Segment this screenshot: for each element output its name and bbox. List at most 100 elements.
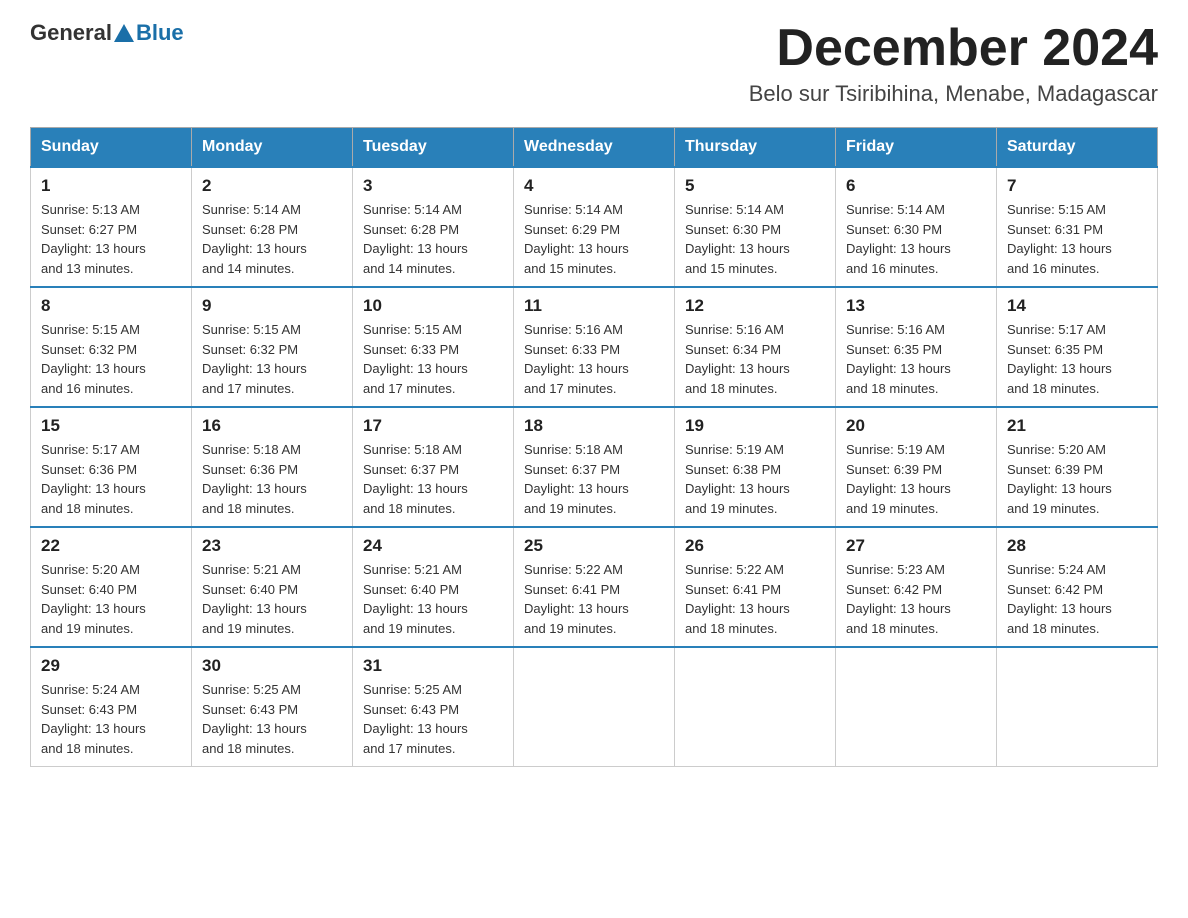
day-number: 4 xyxy=(524,176,664,196)
day-number: 12 xyxy=(685,296,825,316)
day-info: Sunrise: 5:18 AMSunset: 6:37 PMDaylight:… xyxy=(524,442,629,516)
day-info: Sunrise: 5:19 AMSunset: 6:39 PMDaylight:… xyxy=(846,442,951,516)
calendar-cell: 18 Sunrise: 5:18 AMSunset: 6:37 PMDaylig… xyxy=(514,407,675,527)
calendar-cell: 20 Sunrise: 5:19 AMSunset: 6:39 PMDaylig… xyxy=(836,407,997,527)
calendar-cell: 3 Sunrise: 5:14 AMSunset: 6:28 PMDayligh… xyxy=(353,167,514,287)
month-title: December 2024 xyxy=(749,20,1158,77)
day-info: Sunrise: 5:21 AMSunset: 6:40 PMDaylight:… xyxy=(363,562,468,636)
logo-triangle-icon xyxy=(114,24,134,42)
day-number: 8 xyxy=(41,296,181,316)
calendar-cell: 21 Sunrise: 5:20 AMSunset: 6:39 PMDaylig… xyxy=(997,407,1158,527)
calendar-cell xyxy=(836,647,997,767)
title-block: December 2024 Belo sur Tsiribihina, Mena… xyxy=(749,20,1158,107)
calendar-header-thursday: Thursday xyxy=(675,128,836,168)
day-info: Sunrise: 5:22 AMSunset: 6:41 PMDaylight:… xyxy=(685,562,790,636)
calendar-cell: 12 Sunrise: 5:16 AMSunset: 6:34 PMDaylig… xyxy=(675,287,836,407)
day-info: Sunrise: 5:14 AMSunset: 6:28 PMDaylight:… xyxy=(202,202,307,276)
day-number: 27 xyxy=(846,536,986,556)
day-number: 1 xyxy=(41,176,181,196)
logo-blue-text: Blue xyxy=(136,20,184,46)
calendar-header-row: SundayMondayTuesdayWednesdayThursdayFrid… xyxy=(31,128,1158,168)
day-number: 7 xyxy=(1007,176,1147,196)
calendar-cell: 23 Sunrise: 5:21 AMSunset: 6:40 PMDaylig… xyxy=(192,527,353,647)
calendar-header-sunday: Sunday xyxy=(31,128,192,168)
day-info: Sunrise: 5:16 AMSunset: 6:34 PMDaylight:… xyxy=(685,322,790,396)
day-info: Sunrise: 5:14 AMSunset: 6:30 PMDaylight:… xyxy=(685,202,790,276)
calendar-cell: 8 Sunrise: 5:15 AMSunset: 6:32 PMDayligh… xyxy=(31,287,192,407)
day-number: 2 xyxy=(202,176,342,196)
calendar-cell: 19 Sunrise: 5:19 AMSunset: 6:38 PMDaylig… xyxy=(675,407,836,527)
day-number: 21 xyxy=(1007,416,1147,436)
calendar-cell: 13 Sunrise: 5:16 AMSunset: 6:35 PMDaylig… xyxy=(836,287,997,407)
day-number: 6 xyxy=(846,176,986,196)
day-number: 24 xyxy=(363,536,503,556)
day-info: Sunrise: 5:15 AMSunset: 6:32 PMDaylight:… xyxy=(41,322,146,396)
day-number: 19 xyxy=(685,416,825,436)
calendar-cell: 15 Sunrise: 5:17 AMSunset: 6:36 PMDaylig… xyxy=(31,407,192,527)
day-info: Sunrise: 5:14 AMSunset: 6:29 PMDaylight:… xyxy=(524,202,629,276)
calendar-cell: 17 Sunrise: 5:18 AMSunset: 6:37 PMDaylig… xyxy=(353,407,514,527)
calendar-header-wednesday: Wednesday xyxy=(514,128,675,168)
day-info: Sunrise: 5:20 AMSunset: 6:39 PMDaylight:… xyxy=(1007,442,1112,516)
day-number: 13 xyxy=(846,296,986,316)
day-info: Sunrise: 5:15 AMSunset: 6:31 PMDaylight:… xyxy=(1007,202,1112,276)
day-info: Sunrise: 5:25 AMSunset: 6:43 PMDaylight:… xyxy=(363,682,468,756)
calendar-week-row: 22 Sunrise: 5:20 AMSunset: 6:40 PMDaylig… xyxy=(31,527,1158,647)
calendar-cell xyxy=(675,647,836,767)
day-info: Sunrise: 5:15 AMSunset: 6:33 PMDaylight:… xyxy=(363,322,468,396)
calendar-cell: 25 Sunrise: 5:22 AMSunset: 6:41 PMDaylig… xyxy=(514,527,675,647)
calendar-cell: 2 Sunrise: 5:14 AMSunset: 6:28 PMDayligh… xyxy=(192,167,353,287)
day-info: Sunrise: 5:18 AMSunset: 6:37 PMDaylight:… xyxy=(363,442,468,516)
day-info: Sunrise: 5:13 AMSunset: 6:27 PMDaylight:… xyxy=(41,202,146,276)
calendar-cell: 10 Sunrise: 5:15 AMSunset: 6:33 PMDaylig… xyxy=(353,287,514,407)
day-info: Sunrise: 5:15 AMSunset: 6:32 PMDaylight:… xyxy=(202,322,307,396)
day-info: Sunrise: 5:19 AMSunset: 6:38 PMDaylight:… xyxy=(685,442,790,516)
calendar-cell: 31 Sunrise: 5:25 AMSunset: 6:43 PMDaylig… xyxy=(353,647,514,767)
calendar-week-row: 29 Sunrise: 5:24 AMSunset: 6:43 PMDaylig… xyxy=(31,647,1158,767)
calendar-cell: 24 Sunrise: 5:21 AMSunset: 6:40 PMDaylig… xyxy=(353,527,514,647)
day-info: Sunrise: 5:25 AMSunset: 6:43 PMDaylight:… xyxy=(202,682,307,756)
calendar-cell: 4 Sunrise: 5:14 AMSunset: 6:29 PMDayligh… xyxy=(514,167,675,287)
calendar-cell: 5 Sunrise: 5:14 AMSunset: 6:30 PMDayligh… xyxy=(675,167,836,287)
calendar-cell: 6 Sunrise: 5:14 AMSunset: 6:30 PMDayligh… xyxy=(836,167,997,287)
calendar-cell: 30 Sunrise: 5:25 AMSunset: 6:43 PMDaylig… xyxy=(192,647,353,767)
logo: General Blue xyxy=(30,20,184,46)
day-number: 18 xyxy=(524,416,664,436)
day-number: 31 xyxy=(363,656,503,676)
calendar-header-friday: Friday xyxy=(836,128,997,168)
calendar-cell: 22 Sunrise: 5:20 AMSunset: 6:40 PMDaylig… xyxy=(31,527,192,647)
day-info: Sunrise: 5:16 AMSunset: 6:33 PMDaylight:… xyxy=(524,322,629,396)
day-info: Sunrise: 5:22 AMSunset: 6:41 PMDaylight:… xyxy=(524,562,629,636)
day-info: Sunrise: 5:24 AMSunset: 6:43 PMDaylight:… xyxy=(41,682,146,756)
calendar-cell xyxy=(997,647,1158,767)
day-info: Sunrise: 5:21 AMSunset: 6:40 PMDaylight:… xyxy=(202,562,307,636)
calendar-cell: 28 Sunrise: 5:24 AMSunset: 6:42 PMDaylig… xyxy=(997,527,1158,647)
calendar-week-row: 1 Sunrise: 5:13 AMSunset: 6:27 PMDayligh… xyxy=(31,167,1158,287)
day-info: Sunrise: 5:17 AMSunset: 6:35 PMDaylight:… xyxy=(1007,322,1112,396)
calendar-week-row: 8 Sunrise: 5:15 AMSunset: 6:32 PMDayligh… xyxy=(31,287,1158,407)
day-number: 29 xyxy=(41,656,181,676)
day-number: 9 xyxy=(202,296,342,316)
day-number: 28 xyxy=(1007,536,1147,556)
logo-general-text: General xyxy=(30,20,112,46)
calendar-cell: 14 Sunrise: 5:17 AMSunset: 6:35 PMDaylig… xyxy=(997,287,1158,407)
day-info: Sunrise: 5:17 AMSunset: 6:36 PMDaylight:… xyxy=(41,442,146,516)
day-number: 20 xyxy=(846,416,986,436)
day-number: 14 xyxy=(1007,296,1147,316)
calendar-cell: 7 Sunrise: 5:15 AMSunset: 6:31 PMDayligh… xyxy=(997,167,1158,287)
calendar-cell: 26 Sunrise: 5:22 AMSunset: 6:41 PMDaylig… xyxy=(675,527,836,647)
calendar-cell: 9 Sunrise: 5:15 AMSunset: 6:32 PMDayligh… xyxy=(192,287,353,407)
day-number: 10 xyxy=(363,296,503,316)
day-info: Sunrise: 5:20 AMSunset: 6:40 PMDaylight:… xyxy=(41,562,146,636)
day-number: 30 xyxy=(202,656,342,676)
day-info: Sunrise: 5:23 AMSunset: 6:42 PMDaylight:… xyxy=(846,562,951,636)
day-info: Sunrise: 5:14 AMSunset: 6:30 PMDaylight:… xyxy=(846,202,951,276)
day-info: Sunrise: 5:16 AMSunset: 6:35 PMDaylight:… xyxy=(846,322,951,396)
day-info: Sunrise: 5:14 AMSunset: 6:28 PMDaylight:… xyxy=(363,202,468,276)
day-number: 26 xyxy=(685,536,825,556)
calendar-cell: 1 Sunrise: 5:13 AMSunset: 6:27 PMDayligh… xyxy=(31,167,192,287)
location-title: Belo sur Tsiribihina, Menabe, Madagascar xyxy=(749,81,1158,107)
calendar-cell xyxy=(514,647,675,767)
calendar-header-saturday: Saturday xyxy=(997,128,1158,168)
calendar-header-tuesday: Tuesday xyxy=(353,128,514,168)
